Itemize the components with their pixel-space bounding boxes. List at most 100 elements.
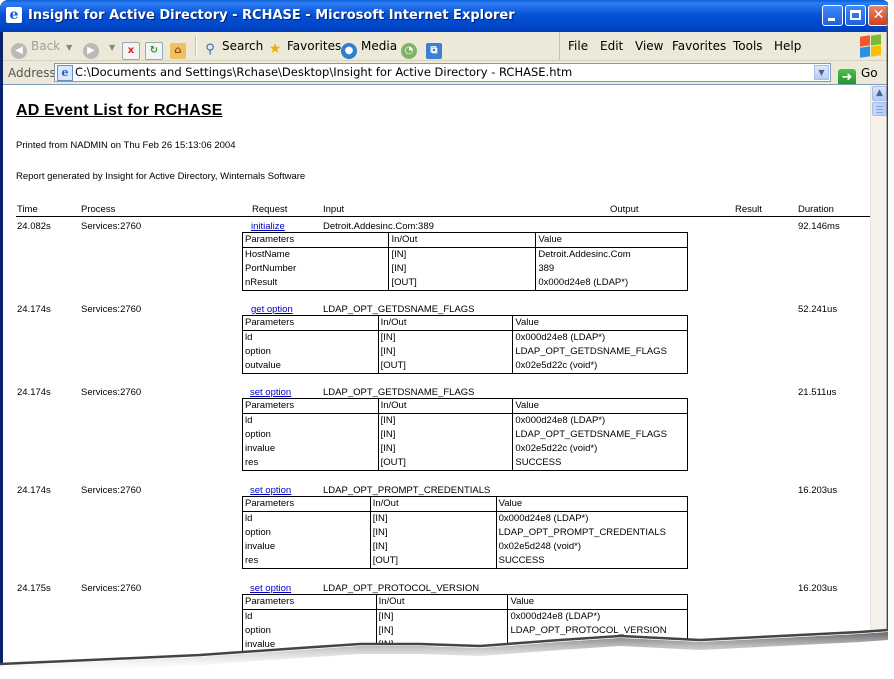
param-value: SUCCESS xyxy=(512,456,688,471)
param-value: LDAP_OPT_PROTOCOL_VERSION xyxy=(507,624,688,638)
menu-view[interactable]: View xyxy=(635,36,663,56)
param-name: ld xyxy=(242,330,379,345)
menu-edit[interactable]: Edit xyxy=(600,36,623,56)
param-row: outvalue [OUT] 0x02e5d22c (void*) xyxy=(242,359,688,374)
request-link[interactable]: set option xyxy=(250,485,291,496)
media-button[interactable]: ● Media xyxy=(341,36,397,59)
address-dropdown-button[interactable]: ▼ xyxy=(814,65,829,80)
param-name: PortNumber xyxy=(241,262,390,276)
request-link[interactable]: initialize xyxy=(251,221,285,232)
parameters-header-row: Parameters In/Out Value xyxy=(242,315,688,331)
vertical-scrollbar[interactable]: ▲ xyxy=(870,85,887,672)
back-arrow-icon: ◀ xyxy=(11,43,27,59)
search-button[interactable]: ⚲ Search xyxy=(202,36,263,57)
chevron-down-icon: ▼ xyxy=(66,43,73,52)
param-direction: [IN] xyxy=(375,638,509,653)
scroll-thumb[interactable] xyxy=(872,102,887,116)
media-globe-icon: ● xyxy=(341,43,357,59)
param-value: LDAP_OPT_GETDSNAME_FLAGS xyxy=(512,345,688,359)
title-bar: e Insight for Active Directory - RCHASE … xyxy=(0,0,890,32)
param-direction: [IN] xyxy=(377,345,514,359)
windows-logo-icon xyxy=(858,34,882,58)
param-direction: [IN] xyxy=(377,428,514,442)
event-input: LDAP_OPT_PROMPT_CREDENTIALS xyxy=(323,485,491,496)
param-direction: [IN] xyxy=(369,526,497,540)
favorites-button[interactable]: ★ Favorites xyxy=(267,36,342,57)
menu-help[interactable]: Help xyxy=(774,36,801,56)
back-button[interactable]: ◀ Back ▼ xyxy=(11,36,73,59)
refresh-button[interactable]: ↻ xyxy=(145,36,167,60)
param-row: option [IN] LDAP_OPT_GETDSNAME_FLAGS xyxy=(242,428,688,442)
parameters-table: Parameters In/Out Value ld [IN] 0x000d24e8 (L… xyxy=(242,398,688,471)
page-icon: e xyxy=(57,65,73,81)
param-header: Value xyxy=(535,232,688,248)
param-direction: [IN] xyxy=(369,540,497,554)
minimize-icon xyxy=(828,18,835,21)
param-name: option xyxy=(242,345,379,359)
param-direction: [IN] xyxy=(377,442,514,456)
scroll-up-button[interactable]: ▲ xyxy=(872,86,887,101)
history-button[interactable]: ◔ xyxy=(401,36,421,59)
ie-logo-icon: e xyxy=(6,7,22,23)
parameters-header-row: Parameters In/Out Value xyxy=(242,496,689,512)
page-viewport: AD Event List for RCHASE Printed from NA… xyxy=(3,84,887,672)
generated-info: Report generated by Insight for Active D… xyxy=(16,171,306,182)
request-link[interactable]: set option xyxy=(250,387,291,398)
event-time: 24.174s xyxy=(17,485,51,496)
param-direction: [IN] xyxy=(375,609,509,624)
param-direction: [IN] xyxy=(375,624,509,638)
param-row: ld [IN] 0x000d24e8 (LDAP*) xyxy=(242,413,688,428)
parameters-table: Parameters In/Out Value ld [IN] 0x000d24e8 (L… xyxy=(242,496,689,569)
toolbar-separator xyxy=(195,36,197,56)
event-request: get option xyxy=(251,304,293,315)
event-process: Services:2760 xyxy=(81,304,142,315)
mail-button[interactable]: ⧉ xyxy=(426,36,446,59)
param-row: option [IN] LDAP_OPT_GETDSNAME_FLAGS xyxy=(242,345,688,359)
window-title: Insight for Active Directory - RCHASE - … xyxy=(28,8,515,23)
stop-button[interactable]: x xyxy=(122,36,144,60)
menu-favorites[interactable]: Favorites xyxy=(672,36,726,56)
home-button[interactable]: ⌂ xyxy=(170,36,190,59)
maximize-icon xyxy=(850,10,861,20)
param-name: ld xyxy=(242,511,371,526)
back-label: Back xyxy=(31,39,61,53)
param-header: Parameters xyxy=(241,232,390,248)
menu-tools[interactable]: Tools xyxy=(733,36,763,56)
param-row: invalue [IN] 0x02e5d248 (void*) xyxy=(242,540,689,554)
go-button[interactable]: ➜ Go xyxy=(838,63,878,87)
printed-info: Printed from NADMIN on Thu Feb 26 15:13:… xyxy=(16,140,236,151)
parameters-header-row: Parameters In/Out Value xyxy=(242,398,688,414)
request-link[interactable]: set option xyxy=(250,583,291,594)
event-time: 24.175s xyxy=(17,583,51,594)
window-icon: ⧉ xyxy=(426,43,442,59)
event-process: Services:2760 xyxy=(81,485,142,496)
param-direction: [OUT] xyxy=(369,554,497,569)
event-request: set option xyxy=(250,387,291,398)
event-process: Services:2760 xyxy=(81,583,142,594)
param-name: ld xyxy=(242,609,377,624)
param-name: invalue xyxy=(242,638,377,653)
param-header: In/Out xyxy=(377,315,514,331)
param-direction: [OUT] xyxy=(377,359,514,374)
minimize-button[interactable] xyxy=(822,5,843,26)
forward-button[interactable]: ▶ ▼ xyxy=(83,36,115,59)
history-icon: ◔ xyxy=(401,43,417,59)
param-name: res xyxy=(242,456,379,471)
event-input: LDAP_OPT_PROTOCOL_VERSION xyxy=(323,583,480,594)
param-name: outvalue xyxy=(242,359,379,374)
parameters-header-row: Parameters In/Out Value xyxy=(242,594,688,610)
menu-file[interactable]: File xyxy=(568,36,588,56)
request-link[interactable]: get option xyxy=(251,304,293,315)
param-value: 0x000d24e8 (LDAP*) xyxy=(507,609,688,624)
event-process: Services:2760 xyxy=(81,221,142,232)
param-value: Detroit.Addesinc.Com xyxy=(535,247,688,262)
stop-icon: x xyxy=(122,42,140,60)
param-row: ld [IN] 0x000d24e8 (LDAP*) xyxy=(242,330,688,345)
address-input[interactable]: e C:\Documents and Settings\Rchase\Deskt… xyxy=(54,63,831,82)
param-name: option xyxy=(242,428,379,442)
close-button[interactable]: ✕ xyxy=(868,5,889,26)
menu-bar: File Edit View Favorites Tools Help xyxy=(559,32,852,60)
param-name: ld xyxy=(242,413,379,428)
event-duration: 16.203us xyxy=(798,583,838,594)
maximize-button[interactable] xyxy=(845,5,866,26)
